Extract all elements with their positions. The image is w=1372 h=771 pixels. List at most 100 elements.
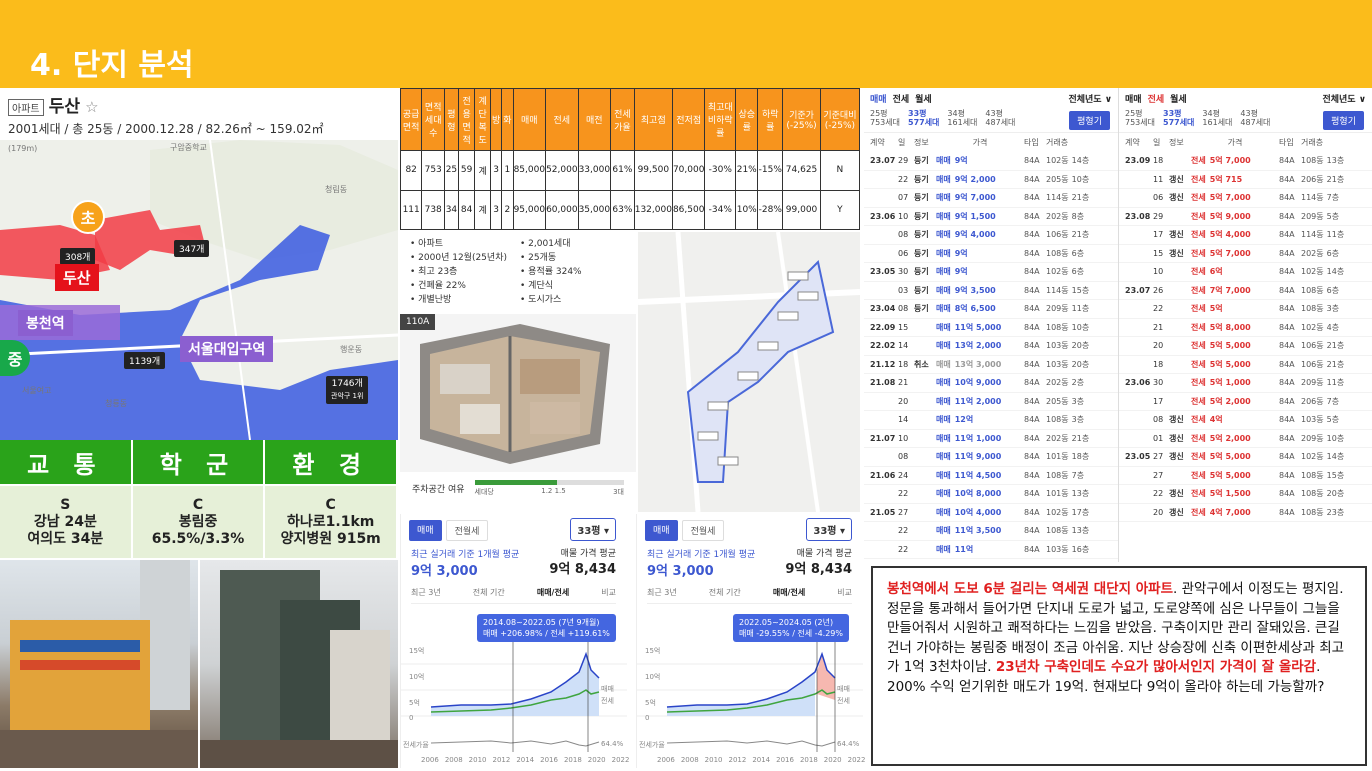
trade-row[interactable]: 07 등기 매매 9억 7,000 84A 114동 21층 (864, 189, 1118, 208)
trade-info: 취소 (914, 359, 929, 369)
size-button[interactable]: 평형기 (1069, 111, 1110, 130)
floor-plan[interactable]: 110A (400, 314, 636, 472)
size-dropdown[interactable]: 33평 ▾ (570, 518, 616, 541)
tab-rent[interactable]: 전월세 (681, 520, 725, 541)
trade-row[interactable]: 21.06 24 매매 11억 4,500 84A 108동 7층 (864, 467, 1118, 485)
period-tab[interactable]: 최근 3년 (647, 587, 677, 598)
size-option[interactable]: 34평 161세대 (947, 109, 977, 130)
col-header: 매매 (512, 88, 547, 151)
count-pill: 1746개 관악구 1위 (326, 376, 369, 404)
tab-lease[interactable]: 전세 (893, 92, 910, 105)
size-button[interactable]: 평형기 (1323, 111, 1364, 130)
trade-row[interactable]: 22 매매 10억 8,000 84A 101동 13층 (864, 485, 1118, 504)
trade-row[interactable]: 22 매매 11억 3,500 84A 108동 13층 (864, 522, 1118, 541)
trade-kind: 전세 (1191, 378, 1206, 388)
trade-row[interactable]: 22.02 14 매매 13억 2,000 84A 103동 20층 (864, 337, 1118, 356)
trade-row[interactable]: 22 매매 11억 84A 103동 16층 (864, 541, 1118, 559)
trade-row[interactable]: 08 등기 매매 9억 4,000 84A 106동 21층 (864, 226, 1118, 245)
period-tab[interactable]: 전체 기간 (709, 587, 741, 598)
trade-row[interactable]: 11 갱신 전세 5억 715 84A 206동 21층 (1119, 171, 1372, 189)
size-option[interactable]: 25평 753세대 (1125, 109, 1155, 130)
tab-trade[interactable]: 매매 (645, 520, 678, 541)
tab-trade[interactable]: 매매 (409, 520, 442, 541)
tab-rent[interactable]: 전월세 (445, 520, 489, 541)
trade-row[interactable]: 20 갱신 전세 4억 7,000 84A 108동 23층 (1119, 504, 1372, 522)
info-item: • 25개동 (520, 253, 557, 263)
size-dropdown[interactable]: 33평 ▾ (806, 518, 852, 541)
period-tab[interactable]: 비교 (837, 587, 852, 598)
trade-row[interactable]: 23.05 27 갱신 전세 5억 5,000 84A 102동 14층 (1119, 448, 1372, 467)
trade-kind: 전세 (1191, 341, 1206, 351)
tab-sale[interactable]: 매매 (870, 92, 887, 105)
trade-day: 06 (1153, 193, 1164, 203)
size-households: 487세대 (985, 118, 1016, 127)
trade-row[interactable]: 21.07 10 매매 11억 1,000 84A 202동 21층 (864, 430, 1118, 448)
trade-date: 21.06 (870, 470, 896, 480)
trade-row[interactable]: 22.09 15 매매 11억 5,000 84A 108동 10층 (864, 319, 1118, 337)
year-filter[interactable]: 전체년도 ∨ (1322, 92, 1366, 105)
tab-sale[interactable]: 매매 (1125, 92, 1142, 105)
trade-level: 2층 (1071, 378, 1085, 388)
trade-row[interactable]: 23.06 30 전세 5억 1,000 84A 209동 11층 (1119, 374, 1372, 393)
year-filter[interactable]: 전체년도 ∨ (1068, 92, 1112, 105)
size-option[interactable]: 34평 161세대 (1202, 109, 1232, 130)
period-tab[interactable]: 최근 3년 (411, 587, 441, 598)
trade-row[interactable]: 17 갱신 전세 5억 4,000 84A 114동 11층 (1119, 226, 1372, 245)
trade-kind: 매매 (936, 267, 951, 277)
trade-row[interactable]: 27 전세 5억 5,000 84A 108동 15층 (1119, 467, 1372, 485)
trade-row[interactable]: 15 갱신 전세 5억 7,000 84A 202동 6층 (1119, 245, 1372, 263)
trade-row[interactable]: 23.06 10 등기 매매 9억 1,500 84A 202동 8층 (864, 208, 1118, 226)
tab-lease[interactable]: 전세 (1148, 92, 1165, 105)
trade-row[interactable]: 21.05 27 매매 10억 4,000 84A 102동 17층 (864, 504, 1118, 522)
trade-amount: 5억 7,000 (1209, 248, 1251, 258)
trade-row[interactable]: 23.08 29 전세 5억 9,000 84A 209동 5층 (1119, 208, 1372, 226)
trade-row[interactable]: 21 전세 5억 8,000 84A 102동 4층 (1119, 319, 1372, 337)
trade-kind: 전세 (1191, 304, 1206, 314)
period-tab[interactable]: 매매/전세 (773, 587, 805, 598)
trade-row[interactable]: 10 전세 6억 84A 102동 14층 (1119, 263, 1372, 282)
trade-row[interactable]: 01 갱신 전세 5억 2,000 84A 209동 10층 (1119, 430, 1372, 448)
trade-row[interactable]: 23.07 26 전세 7억 7,000 84A 108동 6층 (1119, 282, 1372, 300)
size-option[interactable]: 33평 577세대 (908, 109, 939, 130)
trade-row[interactable]: 20 매매 11억 2,000 84A 205동 3층 (864, 393, 1118, 411)
trade-row[interactable]: 23.09 18 전세 5억 7,000 84A 108동 13층 (1119, 152, 1372, 171)
trade-row[interactable]: 23.05 30 등기 매매 9억 84A 102동 6층 (864, 263, 1118, 282)
trade-row[interactable]: 22 등기 매매 9억 2,000 84A 205동 10층 (864, 171, 1118, 189)
trade-row[interactable]: 08 매매 11억 9,000 84A 101동 18층 (864, 448, 1118, 467)
col-header: 일 (1153, 138, 1161, 147)
trade-row[interactable]: 18 전세 5억 5,000 84A 106동 21층 (1119, 356, 1372, 374)
trade-row[interactable]: 20 전세 5억 5,000 84A 106동 21층 (1119, 337, 1372, 356)
size-option[interactable]: 43평 487세대 (1240, 109, 1270, 130)
trade-level: 17층 (1071, 507, 1090, 517)
trade-row[interactable]: 08 갱신 전세 4억 84A 103동 5층 (1119, 411, 1372, 430)
trade-day: 14 (898, 415, 909, 425)
trade-day: 10 (898, 433, 909, 443)
trade-row[interactable]: 21.08 21 매매 10억 9,000 84A 202동 2층 (864, 374, 1118, 393)
size-option[interactable]: 25평 753세대 (870, 109, 900, 130)
trade-row[interactable]: 23.07 29 등기 매매 9억 84A 102동 14층 (864, 152, 1118, 171)
period-tab[interactable]: 전체 기간 (473, 587, 505, 598)
trade-row[interactable]: 06 등기 매매 9억 84A 108동 6층 (864, 245, 1118, 263)
site-map[interactable] (638, 232, 860, 512)
tab-monthly[interactable]: 월세 (915, 92, 932, 105)
period-tab[interactable]: 매매/전세 (537, 587, 569, 598)
complex-header: 아파트 두산 ☆ 2001세대 / 총 25동 / 2000.12.28 / 8… (0, 88, 398, 140)
size-option[interactable]: 33평 577세대 (1163, 109, 1194, 130)
trade-row[interactable]: 17 전세 5억 2,000 84A 206동 7층 (1119, 393, 1372, 411)
trade-row[interactable]: 03 등기 매매 9억 3,500 84A 114동 15층 (864, 282, 1118, 300)
favorite-star-icon[interactable]: ☆ (85, 98, 98, 116)
trade-row[interactable]: 14 매매 12억 84A 108동 3층 (864, 411, 1118, 430)
location-map[interactable]: (179m) 구암중학교 청림동 행운동 청룡동 서울여고 초 308개 347… (0, 140, 398, 440)
trade-row[interactable]: 22 전세 5억 84A 108동 3층 (1119, 300, 1372, 319)
trade-floor: 205동 3층 (1046, 396, 1084, 407)
trade-row[interactable]: 06 갱신 전세 5억 7,000 84A 114동 7층 (1119, 189, 1372, 208)
y-tick: 0 (645, 714, 650, 722)
table-cell: 60,000 (545, 189, 579, 230)
size-option[interactable]: 43평 487세대 (985, 109, 1015, 130)
trade-price: 전세 5억 7,000 (1191, 248, 1279, 259)
trade-row[interactable]: 23.04 08 등기 매매 8억 6,500 84A 209동 11층 (864, 300, 1118, 319)
trade-row[interactable]: 22 갱신 전세 5억 1,500 84A 108동 20층 (1119, 485, 1372, 504)
trade-row[interactable]: 21.12 18 취소 매매 13억 3,000 84A 103동 20층 (864, 356, 1118, 374)
period-tab[interactable]: 비교 (601, 587, 616, 598)
tab-monthly[interactable]: 월세 (1170, 92, 1187, 105)
